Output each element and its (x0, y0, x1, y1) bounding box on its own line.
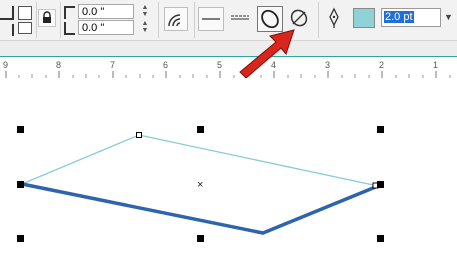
outline-width-dropdown[interactable]: 2.0 pt (381, 8, 441, 27)
size-icon-top[interactable] (0, 6, 14, 20)
ruler-label: 3 (325, 60, 331, 70)
selection-handle-bl[interactable] (17, 235, 24, 242)
ruler-label: 1 (433, 60, 439, 70)
selection-handle-tm[interactable] (197, 126, 204, 133)
line-solid-button[interactable] (198, 7, 224, 31)
red-arrow-icon (239, 29, 295, 78)
lock-ratio-button[interactable] (38, 9, 56, 27)
ruler-label: 9 (3, 60, 9, 70)
selection-handle-mr[interactable] (377, 181, 384, 188)
corner-scale-button[interactable] (164, 7, 188, 31)
resize-handle-icon[interactable] (18, 6, 32, 20)
x-offset-spinner[interactable]: ▲ ▼ (134, 4, 156, 19)
pen-nib-icon (329, 7, 339, 28)
rounded-corner-icon (168, 14, 181, 27)
drawing-canvas[interactable]: × (0, 80, 457, 270)
size-icon-bottom[interactable] (0, 24, 14, 36)
selection-handle-tl[interactable] (17, 126, 24, 133)
ruler-label: 2 (379, 60, 385, 70)
y-offset-field[interactable]: 0.0 " (78, 20, 134, 35)
ruler-label: 6 (163, 60, 169, 70)
ruler-label: 5 (217, 60, 223, 70)
selection-handle-br[interactable] (377, 235, 384, 242)
center-marker-icon[interactable]: × (197, 179, 203, 191)
shape-thick-outline[interactable] (21, 182, 379, 235)
selection-handle-tr[interactable] (377, 126, 384, 133)
line-solid-icon (202, 18, 220, 20)
chevron-down-icon[interactable]: ▼ (442, 9, 455, 26)
outline-color-swatch[interactable] (353, 8, 375, 28)
y-offset-spinner[interactable]: ▲ ▼ (134, 20, 156, 35)
selection-handle-bm[interactable] (197, 235, 204, 242)
ruler-label: 7 (110, 60, 116, 70)
x-offset-icon (64, 6, 75, 19)
ruler-label: 8 (56, 60, 62, 70)
selection-handle-ml[interactable] (17, 181, 24, 188)
outline-width-value[interactable]: 2.0 pt (384, 11, 414, 23)
shape-layer (17, 126, 384, 242)
outline-pen-button[interactable] (324, 7, 346, 31)
y-offset-icon (64, 22, 75, 35)
node-handle[interactable] (136, 132, 142, 138)
x-offset-field[interactable]: 0.0 " (78, 4, 134, 19)
resize-handle-icon-2[interactable] (18, 22, 32, 34)
lock-icon (43, 11, 51, 23)
